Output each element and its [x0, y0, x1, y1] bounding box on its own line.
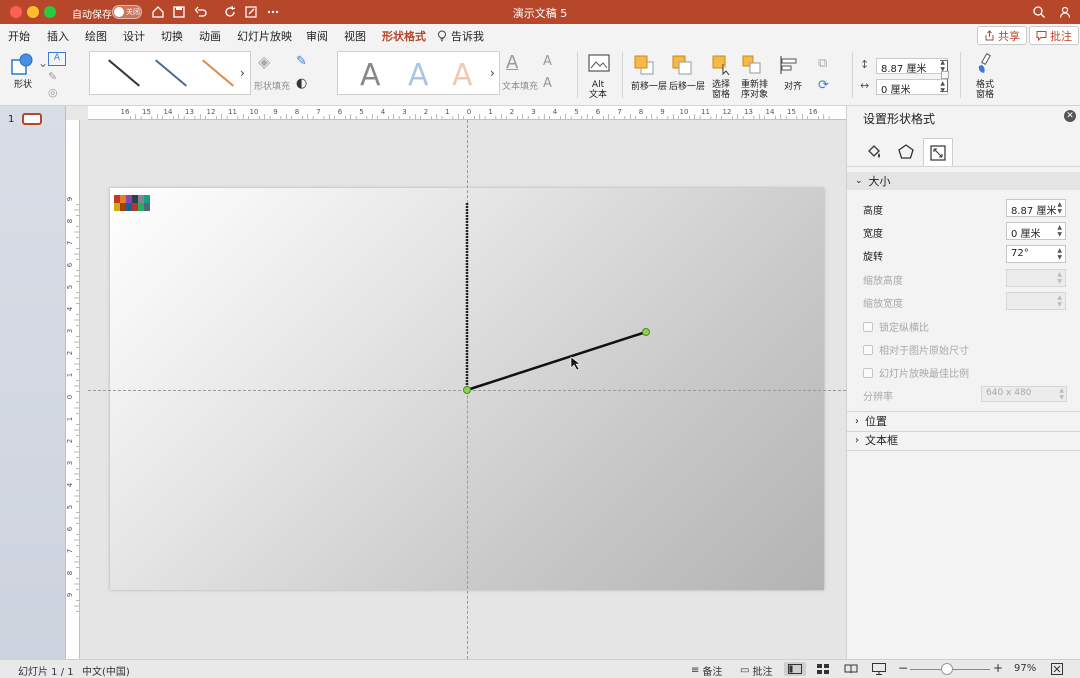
- fill-line-icon: [868, 145, 880, 158]
- slideshow-view-button[interactable]: [868, 662, 890, 676]
- size-section-header[interactable]: ⌄ 大小: [847, 172, 1080, 190]
- notes-icon: ≡: [691, 665, 700, 676]
- rotation-input[interactable]: 72° ▲ ▼: [1006, 245, 1066, 263]
- chevron-right-icon: ›: [855, 434, 859, 446]
- relative-original-checkbox: [863, 344, 873, 355]
- height-label: 高度: [863, 206, 883, 217]
- height-value: 8.87 厘米: [1011, 206, 1057, 217]
- rotation-label: 旋转: [863, 252, 883, 263]
- height-input[interactable]: 8.87 厘米 ▲ ▼: [1006, 199, 1066, 217]
- reading-view-icon: [844, 664, 858, 674]
- tab-size-properties[interactable]: [923, 138, 953, 166]
- width-stepper[interactable]: ▲ ▼: [1057, 224, 1062, 238]
- lock-aspect-label: 锁定纵横比: [879, 323, 929, 334]
- status-comments-label: 批注: [752, 667, 773, 678]
- resolution-value: 640 x 480: [986, 388, 1032, 398]
- resolution-stepper: ▲ ▼: [1059, 387, 1064, 401]
- status-bar: 幻灯片 1 / 1 中文(中国) ≡ 备注 ▭ 批注 − + 97%: [0, 659, 1080, 678]
- slide-sorter-button[interactable]: [812, 662, 834, 676]
- relative-original-label: 相对于图片原始尺寸: [879, 346, 969, 357]
- best-scale-label: 幻灯片放映最佳比例: [879, 369, 969, 380]
- size-section-label: 大小: [868, 175, 891, 188]
- slideshow-icon: [872, 663, 886, 675]
- fit-window-icon: [1051, 663, 1063, 675]
- rotated-line-shape[interactable]: [466, 330, 647, 392]
- pentagon-icon: [898, 144, 914, 159]
- position-section-header[interactable]: › 位置: [847, 412, 1080, 430]
- zoom-out-button[interactable]: −: [898, 661, 908, 675]
- chevron-right-icon: ›: [855, 415, 859, 427]
- zoom-slider-knob[interactable]: [941, 663, 953, 675]
- lock-aspect-checkbox: [863, 321, 873, 332]
- relative-original-option: 相对于图片原始尺寸: [863, 342, 969, 357]
- close-panel-button[interactable]: ✕: [1064, 110, 1076, 122]
- mouse-cursor-icon: [570, 356, 581, 371]
- resolution-select: 640 x 480 ▲ ▼: [981, 386, 1067, 402]
- resolution-label: 分辨率: [863, 392, 893, 403]
- fit-to-window-button[interactable]: [1051, 663, 1063, 678]
- divider: [847, 166, 1080, 167]
- slide-sorter-icon: [817, 664, 829, 674]
- width-label: 宽度: [863, 229, 883, 240]
- lock-aspect-option: 锁定纵横比: [863, 319, 929, 334]
- zoom-in-button[interactable]: +: [993, 661, 1003, 675]
- language-indicator[interactable]: 中文(中国): [82, 663, 130, 678]
- notes-button[interactable]: ≡ 备注: [691, 663, 722, 678]
- scale-width-stepper: ▲ ▼: [1057, 294, 1062, 308]
- comment-icon: ▭: [740, 665, 750, 676]
- scale-height-input: ▲ ▼: [1006, 269, 1066, 287]
- position-section-label: 位置: [865, 415, 887, 428]
- format-panel-title: 设置形状格式: [863, 112, 936, 126]
- slide-count: 幻灯片 1 / 1: [18, 667, 74, 678]
- reading-view-button[interactable]: [840, 662, 862, 676]
- best-scale-option: 幻灯片放映最佳比例: [863, 365, 969, 380]
- zoom-percent[interactable]: 97%: [1014, 663, 1036, 674]
- chevron-down-icon: ⌄: [855, 176, 863, 186]
- normal-view-button[interactable]: [784, 662, 806, 676]
- rotation-value: 72°: [1011, 248, 1029, 259]
- best-scale-checkbox: [863, 367, 873, 378]
- textbox-section-label: 文本框: [865, 434, 898, 447]
- rotation-stepper[interactable]: ▲ ▼: [1057, 247, 1062, 261]
- size-properties-icon: [930, 144, 946, 161]
- width-value: 0 厘米: [1011, 229, 1041, 240]
- status-comments-button[interactable]: ▭ 批注: [740, 663, 772, 678]
- notes-label: 备注: [702, 667, 723, 678]
- height-stepper[interactable]: ▲ ▼: [1057, 201, 1062, 215]
- tab-fill-line[interactable]: [859, 138, 889, 166]
- scale-width-label: 缩放宽度: [863, 299, 903, 310]
- divider: [847, 450, 1080, 451]
- normal-view-icon: [788, 664, 802, 674]
- width-input[interactable]: 0 厘米 ▲ ▼: [1006, 222, 1066, 240]
- line-end-handle[interactable]: [642, 328, 650, 336]
- textbox-section-header[interactable]: › 文本框: [847, 431, 1080, 449]
- scale-height-label: 缩放高度: [863, 276, 903, 287]
- scale-height-stepper: ▲ ▼: [1057, 271, 1062, 285]
- scale-width-input: ▲ ▼: [1006, 292, 1066, 310]
- tab-effects[interactable]: [891, 138, 921, 166]
- line-start-handle[interactable]: [463, 386, 471, 394]
- format-shape-panel: 设置形状格式 ✕ ⌄ 大小 高度 8.87 厘米 ▲ ▼ 宽度 0 厘米 ▲ ▼ 旋…: [846, 106, 1080, 659]
